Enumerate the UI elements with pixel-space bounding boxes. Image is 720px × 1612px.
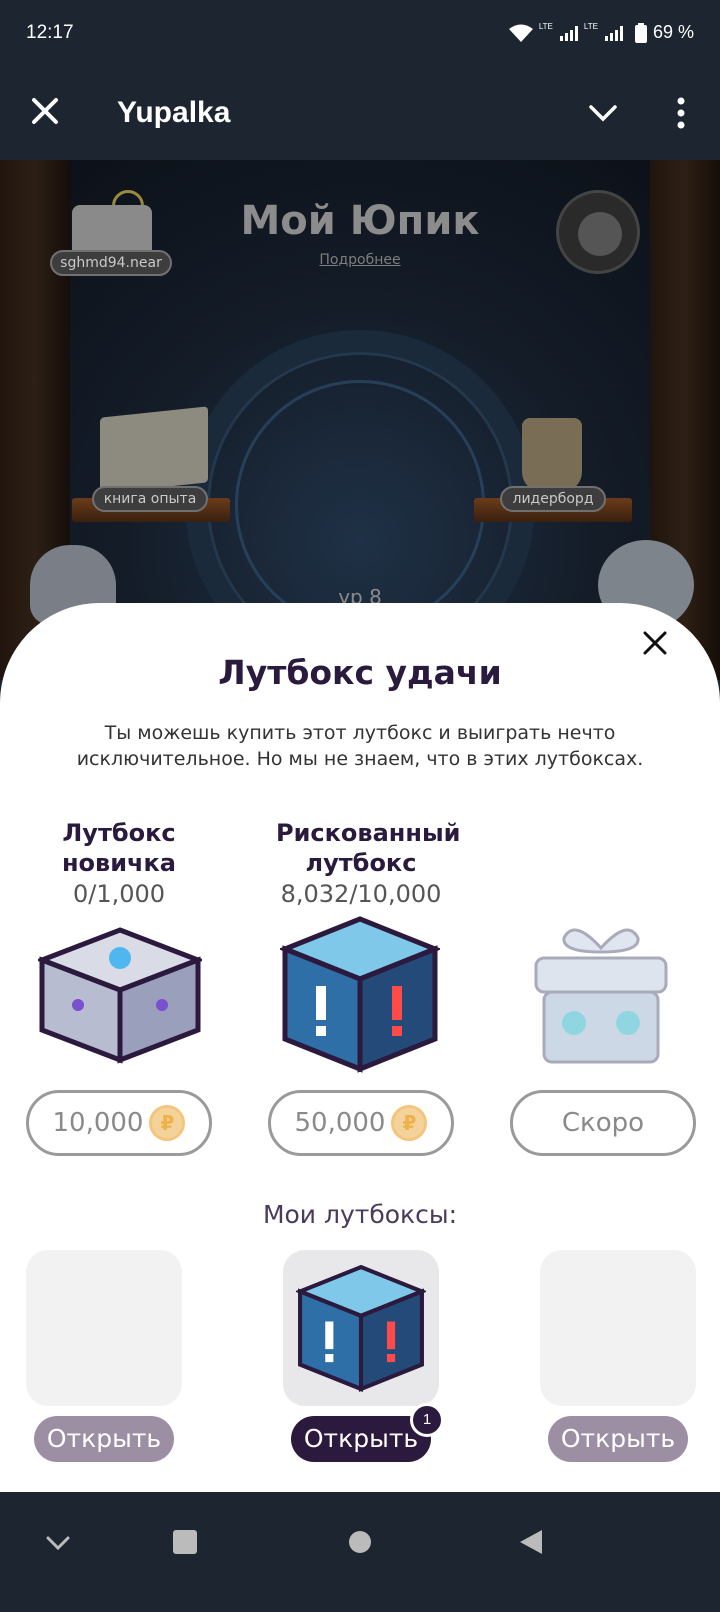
coming-soon-button[interactable]: Скоро — [510, 1090, 696, 1156]
trophy-icon[interactable] — [522, 418, 582, 492]
system-nav-bar — [0, 1492, 720, 1612]
game-scene: Мой Юпик Подробнее sghmd94.near книга оп… — [0, 160, 720, 680]
risky-lootbox-icon — [296, 1264, 426, 1392]
lootbox-slot-1[interactable] — [26, 1250, 182, 1406]
home-icon[interactable] — [340, 1522, 380, 1562]
count-badge: 1 — [410, 1403, 444, 1437]
lootbox-slot-2[interactable] — [283, 1250, 439, 1406]
wallet-label[interactable]: sghmd94.near — [50, 250, 172, 276]
status-bar: 12:17 LTE LTE 69 % — [0, 0, 720, 70]
shield-inner — [578, 212, 622, 256]
leaderboard-label[interactable]: лидерборд — [500, 486, 606, 512]
lootbox-name: Лутбокс новичка — [61, 819, 177, 877]
book-icon[interactable] — [100, 406, 208, 494]
wifi-icon — [508, 24, 533, 42]
buy-novice-button[interactable]: 10,000 ₽ — [26, 1090, 212, 1156]
price-label: Скоро — [561, 1108, 645, 1138]
network-type-1: LTE — [538, 22, 553, 31]
status-icons: LTE LTE 69 % — [508, 22, 694, 43]
lootbox-slot-3[interactable] — [540, 1250, 696, 1406]
price-label: 10,000 — [52, 1108, 144, 1138]
sheet-description: Ты можешь купить этот лутбокс и выиграть… — [76, 722, 644, 770]
coin-icon: ₽ — [149, 1105, 186, 1141]
recents-icon[interactable] — [165, 1522, 205, 1562]
lootbox-name: Рискованный лутбокс — [276, 819, 461, 877]
my-lootboxes-title: Мои лутбоксы: — [262, 1200, 458, 1229]
risky-lootbox-icon — [280, 916, 440, 1073]
open-button-3[interactable]: Открыть — [548, 1416, 688, 1462]
chevron-down-icon[interactable] — [38, 1522, 78, 1562]
battery-percent: 69 % — [652, 22, 694, 42]
network-type-2: LTE — [583, 22, 598, 31]
lootbox-risky: Рискованный лутбокс 8,032/10,000 — [268, 818, 461, 908]
open-button-1[interactable]: Открыть — [34, 1416, 174, 1462]
gift-box-icon — [534, 928, 668, 1064]
battery-icon — [634, 22, 647, 43]
app-bar: Yupalka — [0, 70, 720, 160]
chevron-down-icon[interactable] — [586, 96, 620, 130]
buy-risky-button[interactable]: 50,000 ₽ — [268, 1090, 454, 1156]
lootbox-count: 8,032/10,000 — [280, 880, 442, 908]
signal-icon-2 — [604, 25, 623, 41]
app-title: Yupalka — [117, 96, 231, 129]
close-icon[interactable] — [28, 94, 62, 128]
signal-icon — [559, 25, 578, 41]
coin-icon: ₽ — [391, 1105, 428, 1141]
lootbox-novice: Лутбокс новичка 0/1,000 — [26, 818, 212, 908]
sheet-title: Лутбокс удачи — [218, 653, 502, 692]
price-label: 50,000 — [294, 1108, 386, 1138]
novice-lootbox-icon — [38, 927, 202, 1064]
book-label[interactable]: книга опыта — [92, 486, 208, 512]
status-time: 12:17 — [26, 22, 74, 43]
lootbox-count: 0/1,000 — [72, 880, 166, 908]
more-vertical-icon[interactable] — [668, 96, 694, 130]
back-icon[interactable] — [512, 1522, 552, 1562]
